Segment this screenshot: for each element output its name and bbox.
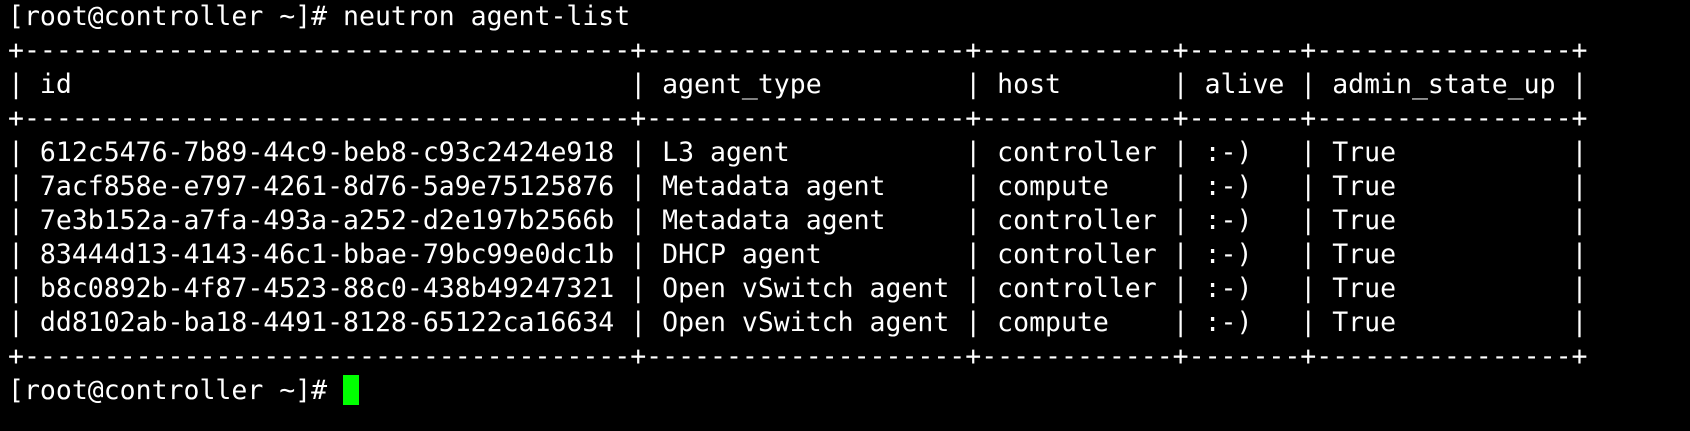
table-border-header: +--------------------------------------+… bbox=[8, 103, 1588, 134]
prompt-text: [root@controller ~]# bbox=[8, 375, 344, 406]
table-row: | 83444d13-4143-46c1-bbae-79bc99e0dc1b |… bbox=[8, 239, 1588, 270]
prompt-line[interactable]: [root@controller ~]# bbox=[8, 374, 1690, 408]
terminal-cursor bbox=[343, 375, 360, 405]
table-border-bottom: +--------------------------------------+… bbox=[8, 341, 1588, 372]
table-header-row: | id | agent_type | host | alive | admin… bbox=[8, 69, 1588, 100]
table-row: | b8c0892b-4f87-4523-88c0-438b49247321 |… bbox=[8, 273, 1588, 304]
command-line: [root@controller ~]# neutron agent-list bbox=[8, 1, 631, 32]
table-border-top: +--------------------------------------+… bbox=[8, 35, 1588, 66]
table-row: | 612c5476-7b89-44c9-beb8-c93c2424e918 |… bbox=[8, 137, 1588, 168]
table-row: | 7acf858e-e797-4261-8d76-5a9e75125876 |… bbox=[8, 171, 1588, 202]
table-row: | 7e3b152a-a7fa-493a-a252-d2e197b2566b |… bbox=[8, 205, 1588, 236]
terminal-window[interactable]: [root@controller ~]# neutron agent-list … bbox=[0, 0, 1690, 431]
table-row: | dd8102ab-ba18-4491-8128-65122ca16634 |… bbox=[8, 307, 1588, 338]
